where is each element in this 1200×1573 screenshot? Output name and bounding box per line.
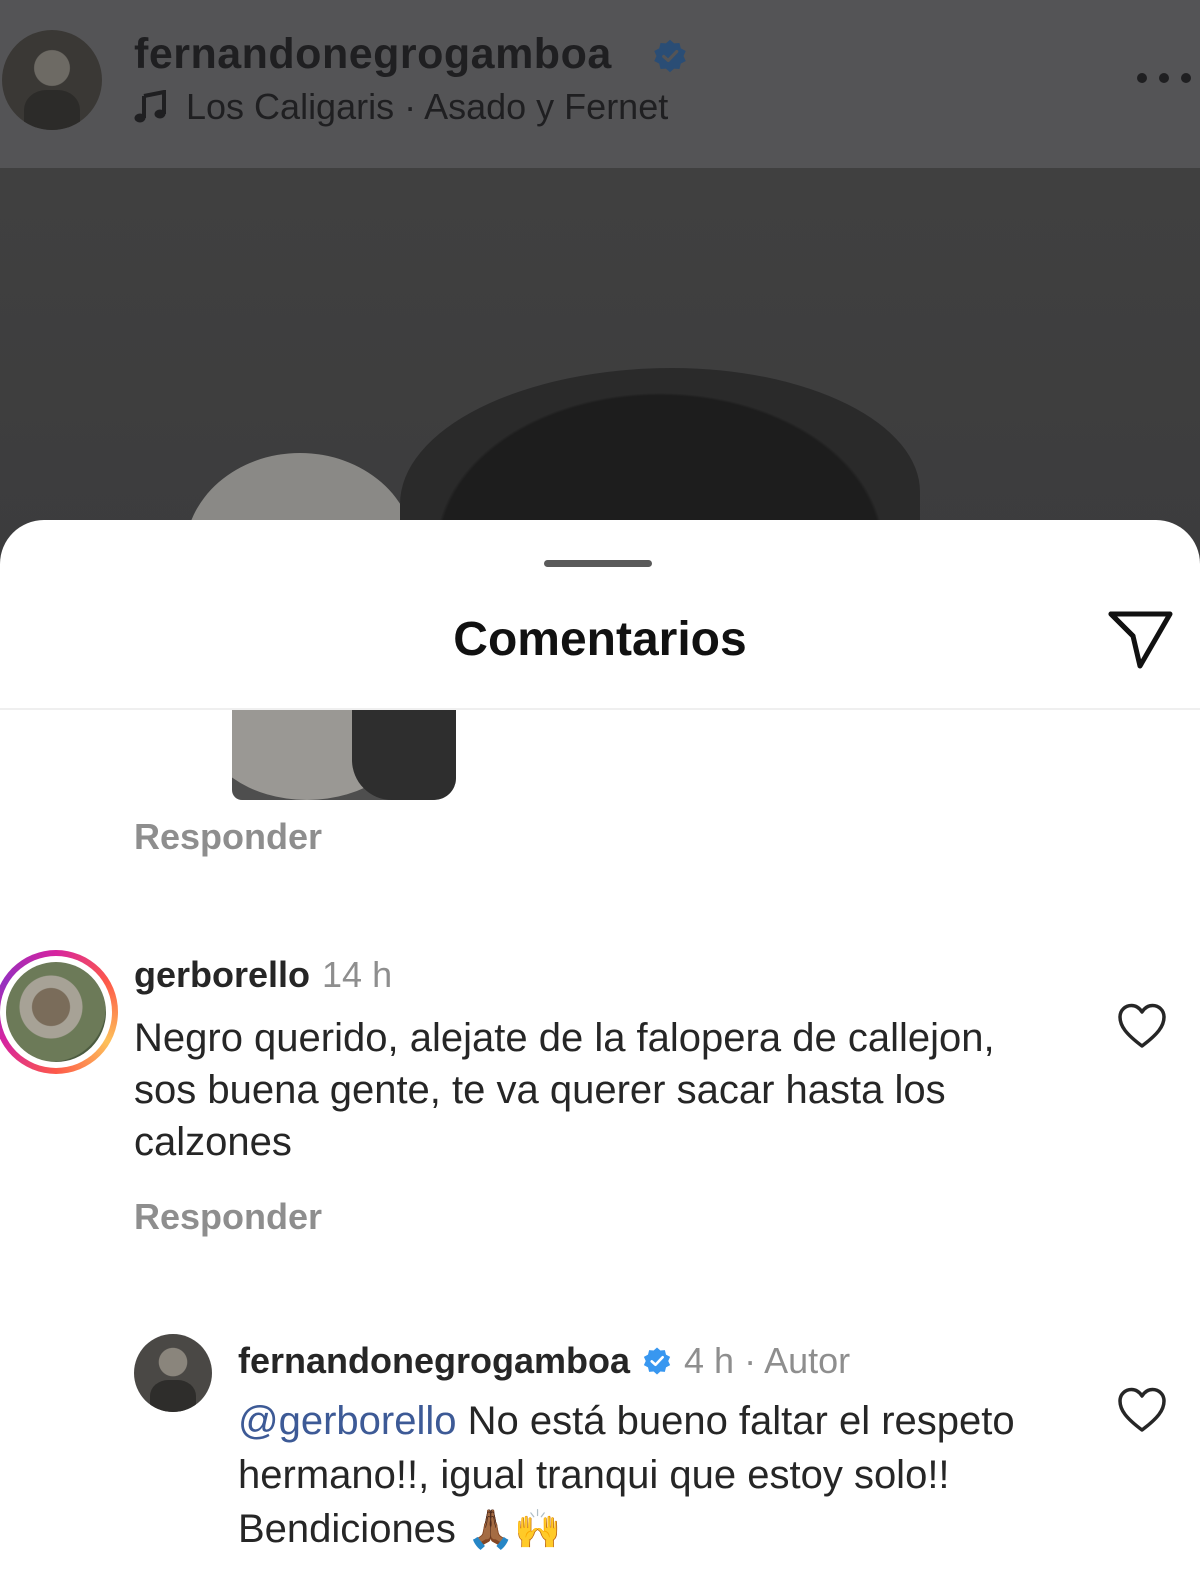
more-options-icon[interactable] — [1134, 70, 1194, 86]
comments-sheet: Comentarios Responder gerborello 14 h Neg… — [0, 520, 1200, 1573]
sheet-drag-handle[interactable] — [544, 560, 652, 567]
verified-badge-icon — [643, 1347, 671, 1375]
story-ring-gap — [0, 956, 112, 1068]
commenter-username[interactable]: gerborello — [134, 954, 310, 995]
sheet-divider — [0, 708, 1200, 710]
song-label: Los Caligaris · Asado y Fernet — [186, 86, 669, 127]
reply-header: fernandonegrogamboa 4 h · Autor — [238, 1340, 850, 1382]
comment-text: Negro querido, alejate de la falopera de… — [134, 1016, 995, 1164]
reply-emojis: 🙏🏾🙌 — [467, 1507, 562, 1551]
author-reply-avatar[interactable] — [134, 1334, 212, 1412]
post-media — [0, 168, 1200, 568]
story-ring[interactable] — [0, 950, 118, 1074]
reply-button[interactable]: Responder — [134, 1196, 322, 1238]
author-username[interactable]: fernandonegrogamboa — [134, 30, 612, 79]
reply-meta: 4 h · Autor — [684, 1340, 851, 1381]
like-heart-icon[interactable] — [1116, 1002, 1168, 1050]
reply-text: @gerborello No está bueno faltar el resp… — [238, 1394, 1058, 1556]
verified-badge-icon — [654, 39, 686, 73]
sheet-title: Comentarios — [453, 613, 747, 666]
comment-timestamp: 14 h — [322, 954, 393, 995]
like-heart-icon[interactable] — [1116, 1386, 1168, 1434]
comment-header: gerborello 14 h — [134, 954, 392, 996]
reply-username[interactable]: fernandonegrogamboa — [238, 1340, 630, 1382]
share-send-icon[interactable] — [1106, 606, 1176, 670]
comment-image-attachment[interactable] — [232, 710, 456, 800]
author-avatar[interactable] — [2, 30, 102, 130]
post-header: fernandonegrogamboa Los Caligaris · Asad… — [0, 0, 1200, 168]
mention-link[interactable]: @gerborello — [238, 1399, 457, 1443]
song-info[interactable]: Los Caligaris · Asado y Fernet — [134, 86, 668, 128]
reply-button[interactable]: Responder — [134, 816, 322, 858]
commenter-avatar[interactable] — [6, 962, 106, 1062]
music-note-icon — [134, 90, 166, 123]
